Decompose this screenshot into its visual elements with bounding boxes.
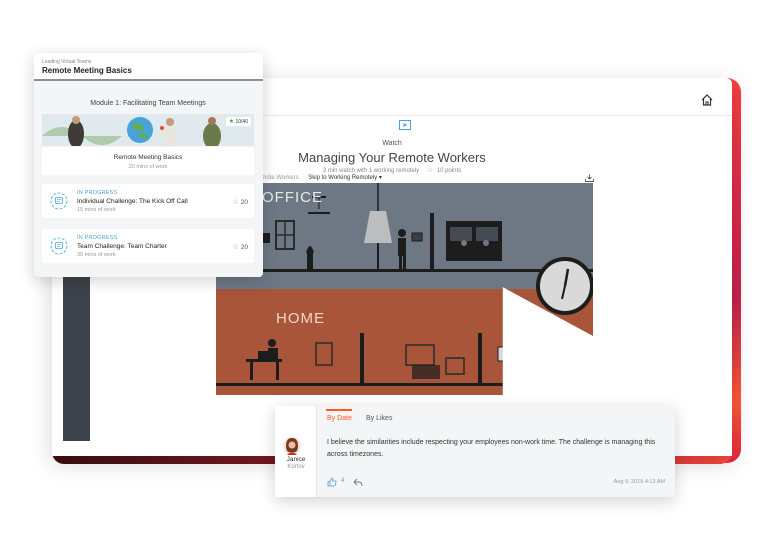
like-count: 4 — [341, 478, 345, 484]
points-badge: ★ 10/40 — [225, 117, 251, 126]
header-underline — [34, 79, 263, 81]
left-rail — [63, 274, 90, 441]
challenge-item[interactable]: IN PROGRESS Team Challenge: Team Charter… — [42, 229, 254, 263]
video-points: 10 points — [436, 168, 462, 174]
author-first-name: Janice — [286, 456, 306, 463]
home-icon[interactable] — [700, 93, 714, 107]
reply-icon[interactable] — [353, 478, 363, 487]
video-icon — [399, 120, 411, 130]
breadcrumb[interactable]: Leading Virtual Teams — [42, 59, 91, 65]
thumbs-up-icon[interactable] — [327, 477, 337, 487]
course-header: Leading Virtual Teams Remote Meeting Bas… — [34, 53, 263, 81]
challenge-duration: 30 mins of work — [77, 252, 116, 258]
chat-icon — [50, 192, 68, 210]
play-icon[interactable] — [392, 273, 593, 395]
star-icon: ★ — [228, 119, 235, 125]
challenge-status: IN PROGRESS — [77, 190, 118, 196]
challenge-name: Individual Challenge: The Kick Off Call — [77, 198, 188, 205]
challenge-status: IN PROGRESS — [77, 235, 118, 241]
hero-caption[interactable]: Remote Meeting Basics — [42, 154, 254, 161]
tab-by-date[interactable]: By Date — [327, 415, 352, 422]
video-nav: emote Workers Skip to Working Remotely ▾ — [258, 174, 382, 181]
author-last-name: Kortov — [287, 464, 305, 470]
comment-author: Janice Kortov — [275, 406, 317, 497]
comment-date: Aug 9, 2019 4:13 AM — [613, 479, 665, 485]
challenge-duration: 15 mins of work — [77, 207, 116, 213]
course-title: Remote Meeting Basics — [42, 66, 132, 75]
challenge-item[interactable]: IN PROGRESS Individual Challenge: The Ki… — [42, 184, 254, 218]
home-label: HOME — [276, 310, 325, 327]
star-icon: ☆ — [232, 244, 239, 251]
chat-icon — [50, 237, 68, 255]
video-player[interactable]: OFFICE HOME — [216, 183, 593, 395]
previous-video-link[interactable]: emote Workers — [258, 175, 299, 181]
comment-text: I believe the similarities include respe… — [327, 439, 656, 458]
download-icon[interactable] — [585, 174, 594, 182]
comments-card: Janice Kortov By Date By Likes I believe… — [275, 406, 675, 497]
points-badge-value: 10/40 — [235, 119, 248, 125]
star-icon: ☆ — [426, 167, 434, 174]
hero-info-panel — [42, 147, 254, 175]
course-hero-image[interactable]: ★ 10/40 — [42, 114, 254, 146]
challenge-points: ☆ 20 — [232, 198, 248, 206]
challenge-points-value: 20 — [240, 244, 248, 251]
tab-by-likes[interactable]: By Likes — [366, 415, 392, 422]
course-card: Leading Virtual Teams Remote Meeting Bas… — [34, 53, 263, 277]
challenge-name: Team Challenge: Team Charter — [77, 243, 167, 250]
office-label: OFFICE — [262, 189, 323, 206]
hero-duration: 20 mins of work — [128, 164, 168, 170]
challenge-points-value: 20 — [240, 199, 248, 206]
avatar[interactable] — [283, 437, 301, 455]
module-title: Module 1: Facilitating Team Meetings — [90, 100, 206, 107]
active-tab-indicator — [326, 409, 352, 411]
challenge-points: ☆ 20 — [232, 243, 248, 251]
skip-link[interactable]: Skip to Working Remotely ▾ — [308, 175, 382, 181]
star-icon: ☆ — [232, 199, 239, 206]
